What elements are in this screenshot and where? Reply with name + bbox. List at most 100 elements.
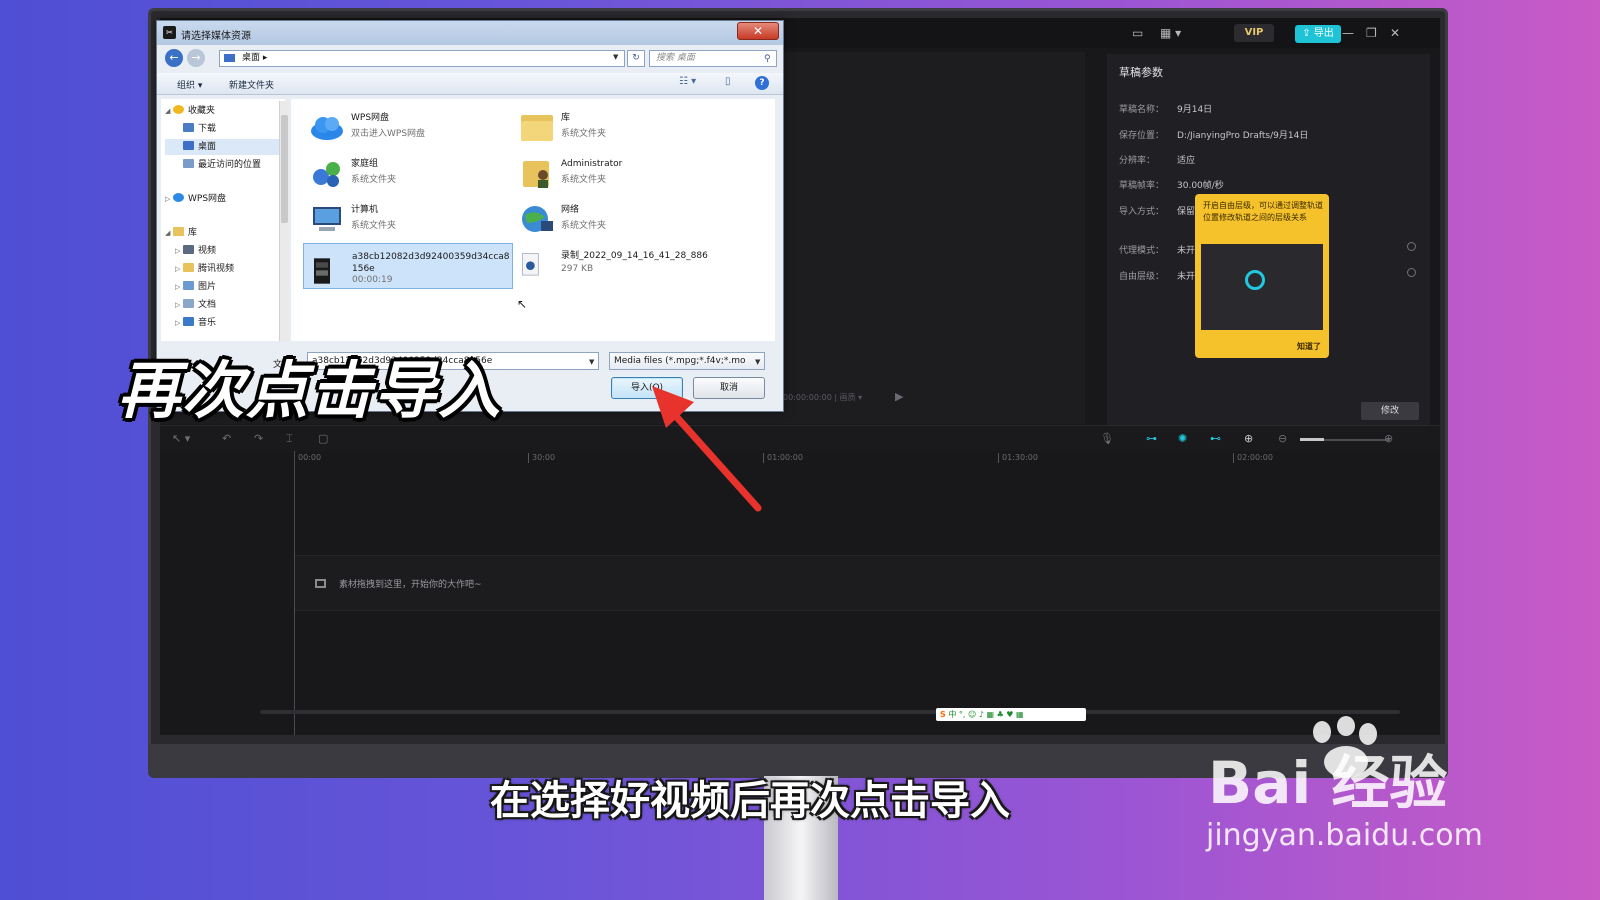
align-icon[interactable]: ⊕ — [1244, 432, 1253, 445]
nav-item-music[interactable]: ▷ 音乐 — [175, 315, 216, 331]
zoom-out-icon[interactable]: ⊖ — [1278, 432, 1287, 445]
delete-icon[interactable]: ▢ — [318, 432, 328, 445]
file-name: 网络 — [561, 205, 580, 215]
filetype-select[interactable]: Media files (*.mpg;*.f4v;*.mo — [609, 352, 765, 370]
documents-icon — [183, 299, 194, 308]
help-icon[interactable] — [1407, 268, 1416, 277]
nav-scrollbar[interactable] — [279, 101, 289, 341]
nav-item-documents[interactable]: ▷ 文档 — [175, 297, 216, 313]
filetype-dropdown-icon[interactable]: ▼ — [755, 358, 760, 366]
file-item-network[interactable]: 网络 系统文件夹 — [513, 197, 723, 241]
main-track-dropzone[interactable]: 素材拖拽到这里，开始你的大作吧~ — [295, 555, 1440, 611]
preview-axis-icon[interactable]: ⊷ — [1210, 432, 1221, 445]
param-row: 导入方式：保留在原 — [1119, 204, 1213, 217]
nav-item-tencent-video[interactable]: ▷ 腾讯视频 — [175, 261, 234, 277]
nav-label: 库 — [188, 228, 198, 238]
param-key: 代理模式： — [1119, 246, 1165, 256]
close-icon[interactable]: ✕ — [1390, 26, 1400, 40]
tooltip-text: 开启自由层级，可以通过调整轨道位置修改轨道之间的层级关系 — [1203, 201, 1323, 222]
param-value: D:/JianyingPro Drafts/9月14日 — [1177, 131, 1309, 141]
filename-dropdown-icon[interactable]: ▼ — [589, 358, 594, 366]
player-timecode: 00:00:00:00 | 画质 ▾ — [783, 393, 863, 402]
zoom-in-icon[interactable]: ⊕ — [1384, 432, 1393, 445]
microphone-icon[interactable]: 🎙 — [1100, 432, 1114, 445]
star-icon — [173, 105, 184, 114]
nav-item-favorites[interactable]: ◢ 收藏夹 — [165, 103, 215, 119]
address-dropdown-icon[interactable]: ▼ — [613, 53, 618, 61]
nav-label: 音乐 — [198, 318, 217, 328]
back-icon[interactable]: ← — [165, 49, 183, 67]
address-row: ← → 桌面 ▸ ▼ ↻ 搜索 桌面 ⚲ — [157, 47, 783, 71]
file-item-computer[interactable]: 计算机 系统文件夹 — [303, 197, 513, 241]
layout-icon[interactable]: ▦ ▾ — [1160, 26, 1181, 40]
app-logo-icon: ✂ — [163, 26, 176, 39]
file-item-homegroup[interactable]: 家庭组 系统文件夹 — [303, 151, 513, 195]
sogou-logo: S — [940, 710, 946, 719]
tooltip-ok-button[interactable]: 知道了 — [1297, 341, 1321, 352]
snap-icon[interactable]: ✺ — [1178, 432, 1187, 445]
help-icon[interactable]: ? — [755, 76, 769, 90]
param-value: 9月14日 — [1177, 105, 1213, 115]
file-item-video-selected[interactable]: a38cb12082d3d92400359d34cca8156e 00:00:1… — [303, 243, 513, 289]
nav-label: 最近访问的位置 — [198, 160, 262, 170]
file-item-wps[interactable]: WPS网盘 双击进入WPS网盘 — [303, 105, 513, 149]
nav-item-pictures[interactable]: ▷ 图片 — [175, 279, 216, 295]
file-item-administrator[interactable]: Administrator 系统文件夹 — [513, 151, 723, 195]
dialog-close-button[interactable]: ✕ — [737, 22, 779, 40]
file-item-recording[interactable]: 录制_2022_09_14_16_41_28_886 297 KB — [513, 243, 723, 287]
nav-item-library[interactable]: ◢ 库 — [165, 225, 197, 241]
search-icon[interactable]: ⚲ — [764, 52, 771, 67]
file-name: 家庭组 — [351, 159, 379, 169]
split-icon[interactable]: ⌶ — [286, 432, 293, 446]
command-bar: 组织 ▾ 新建文件夹 ☷ ▾ ▯ ? — [157, 73, 783, 95]
address-bar[interactable]: 桌面 ▸ — [219, 50, 625, 67]
organize-menu[interactable]: 组织 ▾ — [177, 78, 202, 91]
pictures-icon — [183, 281, 194, 290]
nav-item-recent[interactable]: 最近访问的位置 — [183, 157, 261, 173]
preview-pane-icon[interactable]: ▯ — [725, 76, 731, 87]
help-icon[interactable] — [1407, 242, 1416, 251]
nav-label: 视频 — [198, 246, 217, 256]
nav-label: 文档 — [198, 300, 217, 310]
nav-scroll-thumb[interactable] — [281, 115, 288, 223]
param-key: 自由层级： — [1119, 272, 1165, 282]
nav-item-videos[interactable]: ▷ 视频 — [175, 243, 216, 259]
new-folder-button[interactable]: 新建文件夹 — [229, 78, 274, 91]
minimize-icon[interactable]: — — [1342, 26, 1354, 40]
undo-icon[interactable]: ↶ — [222, 432, 231, 445]
file-item-library[interactable]: 库 系统文件夹 — [513, 105, 723, 149]
video-thumbnail-icon — [314, 258, 330, 284]
file-subtext: 双击进入WPS网盘 — [351, 129, 426, 139]
film-icon — [315, 579, 326, 588]
file-subtext: 297 KB — [561, 264, 594, 274]
ime-toolbar[interactable]: S 中 °, ☺ ♪ ▦ ♣ ♥ ▦ — [936, 708, 1086, 721]
nav-item-downloads[interactable]: 下载 — [183, 121, 216, 137]
nav-item-desktop[interactable]: 桌面 — [165, 139, 281, 155]
caption-icon[interactable]: ▭ — [1132, 26, 1143, 40]
select-tool-icon[interactable]: ↖ ▾ — [172, 432, 190, 445]
address-text: 桌面 — [242, 53, 261, 63]
cloud-icon — [311, 117, 343, 140]
link-icon[interactable]: ⊶ — [1146, 432, 1157, 445]
ruler-tick: 01:30:00 — [998, 453, 1038, 463]
export-button[interactable]: ⇪ 导出 — [1295, 25, 1341, 43]
ime-status: 中 °, ☺ ♪ ▦ ♣ ♥ ▦ — [948, 710, 1024, 719]
watermark-logo: Bai 经验 — [1208, 749, 1448, 817]
play-icon[interactable]: ▶ — [895, 390, 903, 403]
timeline-scrollbar[interactable] — [260, 710, 1400, 714]
view-options-icon[interactable]: ☷ ▾ — [679, 76, 696, 87]
restore-icon[interactable]: ❐ — [1366, 26, 1377, 40]
desktop-icon — [224, 54, 235, 62]
redo-icon[interactable]: ↷ — [254, 432, 263, 445]
refresh-icon[interactable]: ↻ — [627, 50, 645, 67]
nav-item-wps[interactable]: ▷ WPS网盘 — [165, 191, 226, 207]
param-key: 导入方式： — [1119, 207, 1165, 217]
forward-icon[interactable]: → — [187, 49, 205, 67]
search-input[interactable]: 搜索 桌面 ⚲ — [649, 50, 777, 67]
nav-label: WPS网盘 — [188, 194, 227, 204]
vip-badge[interactable]: VIP — [1234, 24, 1274, 42]
computer-icon — [313, 207, 341, 231]
track-hint: 素材拖拽到这里，开始你的大作吧~ — [339, 580, 482, 590]
modify-button[interactable]: 修改 — [1361, 402, 1419, 420]
param-row: 草稿名称： 9月14日 — [1119, 102, 1212, 115]
